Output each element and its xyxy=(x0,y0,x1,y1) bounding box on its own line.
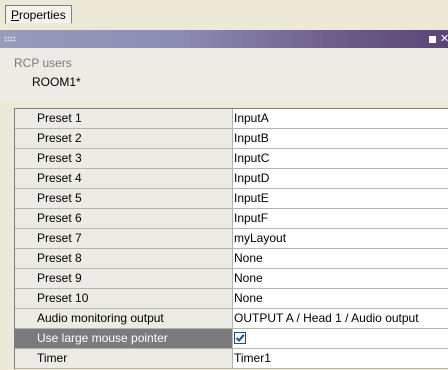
close-icon[interactable]: ✕ xyxy=(440,32,448,46)
property-grid: Preset 1 InputA Preset 2 InputB Preset 3… xyxy=(14,108,448,369)
property-row[interactable]: Preset 4 InputD xyxy=(15,169,448,189)
property-value[interactable]: None xyxy=(233,289,448,308)
window-buttons: ✕ xyxy=(429,32,448,46)
property-name: Preset 7 xyxy=(15,229,233,248)
property-value[interactable]: None xyxy=(233,249,448,268)
property-row[interactable]: Preset 10 None xyxy=(15,289,448,309)
property-row[interactable]: Audio monitoring output OUTPUT A / Head … xyxy=(15,309,448,329)
restore-icon[interactable] xyxy=(429,35,436,43)
property-value[interactable]: InputF xyxy=(233,209,448,228)
property-name: Preset 10 xyxy=(15,289,233,308)
property-row[interactable]: Preset 6 InputF xyxy=(15,209,448,229)
property-name: Timer xyxy=(15,349,233,368)
tab-properties[interactable]: Properties xyxy=(5,5,72,24)
property-row[interactable]: Preset 5 InputE xyxy=(15,189,448,209)
property-value[interactable]: OUTPUT A / Head 1 / Audio output xyxy=(233,309,448,328)
grip-icon[interactable] xyxy=(4,36,16,42)
property-value[interactable]: None xyxy=(233,269,448,288)
property-name: Preset 3 xyxy=(15,149,233,168)
property-value xyxy=(233,329,448,348)
property-name: Preset 9 xyxy=(15,269,233,288)
property-row[interactable]: Preset 9 None xyxy=(15,269,448,289)
property-row[interactable]: Preset 1 InputA xyxy=(15,109,448,129)
tab-mnemonic: P xyxy=(11,8,20,22)
properties-window: Properties ✕ RCP users ROOM1* Preset 1 I… xyxy=(0,0,448,370)
checkmark-icon xyxy=(235,334,245,342)
property-value[interactable]: InputE xyxy=(233,189,448,208)
property-name: Preset 6 xyxy=(15,209,233,228)
property-name: Audio monitoring output xyxy=(15,309,233,328)
tab-strip: Properties xyxy=(0,0,448,30)
property-value[interactable]: InputB xyxy=(233,129,448,148)
property-value[interactable]: InputA xyxy=(233,109,448,128)
room-name: ROOM1* xyxy=(32,75,81,89)
property-name: Preset 1 xyxy=(15,109,233,128)
property-value[interactable]: Timer1 xyxy=(233,349,448,368)
property-row[interactable]: Preset 7 myLayout xyxy=(15,229,448,249)
property-value[interactable]: myLayout xyxy=(233,229,448,248)
panel-title-bar[interactable]: ✕ xyxy=(0,30,448,48)
property-row[interactable]: Timer Timer1 xyxy=(15,349,448,369)
rcp-users-label: RCP users xyxy=(14,56,72,70)
property-name: Use large mouse pointer xyxy=(15,329,233,348)
property-name: Preset 2 xyxy=(15,129,233,148)
property-value[interactable]: InputD xyxy=(233,169,448,188)
property-value[interactable]: InputC xyxy=(233,149,448,168)
property-row[interactable]: Preset 8 None xyxy=(15,249,448,269)
tab-label: roperties xyxy=(19,8,66,22)
property-name: Preset 8 xyxy=(15,249,233,268)
large-pointer-checkbox[interactable] xyxy=(234,332,246,344)
property-name: Preset 4 xyxy=(15,169,233,188)
property-row[interactable]: Preset 3 InputC xyxy=(15,149,448,169)
property-row-selected[interactable]: Use large mouse pointer xyxy=(15,329,448,349)
panel-header: RCP users ROOM1* xyxy=(0,48,448,100)
property-row[interactable]: Preset 2 InputB xyxy=(15,129,448,149)
property-name: Preset 5 xyxy=(15,189,233,208)
